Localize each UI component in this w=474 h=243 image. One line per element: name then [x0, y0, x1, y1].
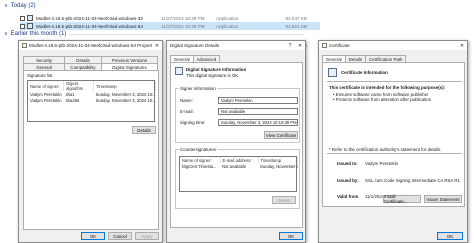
cancel-button[interactable]: Cancel [108, 232, 132, 240]
list-item[interactable]: Vadym Peretokin sha256 Sunday, November … [28, 97, 156, 103]
group-header-earlier[interactable]: ∨ Earlier this month (1) [4, 31, 304, 37]
countersignatures-group: Countersignatures Name of signer: E-mail… [175, 147, 300, 209]
certificate-icon [175, 67, 183, 75]
close-icon[interactable]: ✕ [295, 41, 305, 50]
issuer-statement-button[interactable]: Issuer Statement [424, 195, 462, 203]
signing-time-label: Signing time: [180, 120, 206, 125]
refer-statement-text: * Refer to the certification authority's… [329, 147, 442, 152]
column-header[interactable]: Timestamp [93, 81, 156, 91]
chevron-down-icon: ∨ [4, 3, 8, 9]
row-checkbox[interactable] [20, 15, 25, 21]
group-label: Earlier this month (1) [10, 31, 67, 37]
help-icon[interactable]: ? [285, 41, 295, 50]
issued-to-label: Issued to: [337, 161, 358, 166]
countersignature-list[interactable]: Name of signer: E-mail address: Timestam… [179, 156, 298, 192]
name-field[interactable]: Vadym Peretokin [218, 97, 298, 104]
ok-button[interactable]: OK [279, 232, 303, 240]
intended-purposes-heading: This certificate is intended for the fol… [329, 85, 446, 90]
divider [327, 81, 462, 82]
application-icon [27, 15, 33, 21]
signature-details-window: Digital Signature Details ? ✕ General Ad… [166, 40, 306, 243]
group-header-today[interactable]: ∨ Today (2) [4, 3, 304, 9]
details-button[interactable]: Details [132, 126, 156, 134]
digital-signatures-panel: Signature list Name of signer: Digest al… [23, 70, 159, 230]
title-bar[interactable]: Digital Signature Details ? ✕ [167, 41, 305, 50]
application-icon [27, 23, 33, 29]
chevron-down-icon: ∨ [4, 31, 8, 37]
column-header[interactable]: Name of signer: [28, 81, 65, 91]
certificate-window: Certificate ✕ General Details Certificat… [318, 40, 468, 243]
certificate-info-title: Certificate Information [341, 70, 388, 75]
list-header: Name of signer: E-mail address: Timestam… [180, 157, 298, 163]
close-icon[interactable]: ✕ [152, 41, 162, 50]
file-row[interactable]: Mudlet-4.18.5-ptb-2024-11-04-9eefc0ad-wi… [20, 14, 320, 22]
apply-button[interactable]: Apply [135, 232, 159, 240]
group-divider [69, 33, 304, 35]
signer-name: DigiCert Timesta... [182, 163, 217, 169]
column-header[interactable]: Digest algorithm [63, 81, 95, 91]
issued-to-value: Vadym Peretokin [365, 161, 399, 166]
title-bar[interactable]: Certificate ✕ [319, 41, 467, 50]
timestamp: Sunday, November 3, 2024 10:... [95, 97, 156, 103]
certificate-icon [322, 43, 327, 48]
purpose-item: • Protects software from alteration afte… [333, 97, 432, 102]
timestamp: Sunday, November 3, 2024... [260, 163, 298, 169]
view-certificate-button[interactable]: View Certificate [264, 131, 298, 139]
file-row-selected[interactable]: Mudlet-4.18.5-ptb-2024-11-04-9eefc0ad-wi… [20, 22, 320, 30]
signature-status-text: This digital signature is OK. [186, 73, 240, 78]
details-button[interactable]: Details [272, 196, 296, 204]
certificate-icon [328, 68, 337, 77]
group-caption: Countersignatures [179, 147, 217, 152]
signature-info-title: Digital Signature Information [186, 67, 247, 72]
general-panel: Digital Signature Information This digit… [170, 62, 303, 228]
file-date: 11/27/2024 10:38 PM [161, 23, 205, 29]
file-list-today: Mudlet-4.18.5-ptb-2024-11-04-9eefc0ad-wi… [20, 14, 320, 30]
valid-from-value: 11/1/2024 [365, 194, 385, 199]
purpose-text: Protects software from alteration after … [335, 97, 432, 102]
window-title: Digital Signature Details [170, 43, 220, 48]
email-address: Not available [222, 163, 247, 169]
issued-by-value: SSL.com Code Signing Intermediate CA RSA… [365, 178, 460, 183]
issued-by-label: Issued by: [337, 178, 359, 183]
signer-name: Vadym Peretokin [30, 97, 62, 103]
ok-button[interactable]: OK [81, 232, 105, 240]
properties-window: Mudlet-4.18.5-ptb-2024-11-04-9eefc0ad-wi… [18, 40, 163, 243]
file-size: 82,047 KB [285, 15, 307, 21]
signature-list[interactable]: Name of signer: Digest algorithm Timesta… [27, 80, 156, 122]
group-label: Today (2) [10, 3, 36, 9]
valid-from-label: Valid from [337, 194, 359, 199]
row-checkbox[interactable] [20, 23, 25, 29]
email-field[interactable]: Not available [218, 108, 298, 115]
ok-button[interactable]: OK [437, 232, 463, 240]
install-certificate-button[interactable]: Install Certificate... [383, 194, 421, 204]
certificate-general-panel: Certificate Information This certificate… [322, 62, 465, 207]
window-title: Certificate [329, 43, 350, 48]
email-label: E-mail: [180, 109, 194, 114]
window-title: Mudlet-4.18.5-ptb-2024-11-04-9eefc0ad-wi… [29, 43, 152, 48]
signature-list-label: Signature list [27, 73, 53, 78]
file-size: 94,661 KB [285, 23, 307, 29]
digest-algorithm: sha256 [65, 97, 80, 103]
file-name: Mudlet-4.18.5-ptb-2024-11-04-9eefc0ad-wi… [36, 23, 143, 29]
group-caption: Signer information [179, 86, 217, 91]
file-type: Application [216, 15, 239, 21]
file-type: Application [216, 23, 239, 29]
divider [327, 153, 462, 154]
signer-name: Vadym Peretokin [30, 91, 62, 97]
file-name: Mudlet-4.18.5-ptb-2024-11-04-9eefc0ad-wi… [36, 15, 143, 21]
name-label: Name: [180, 98, 193, 103]
file-date: 11/27/2024 10:38 PM [161, 15, 205, 21]
list-header: Name of signer: Digest algorithm Timesta… [28, 81, 156, 91]
signing-time-field[interactable]: Sunday, November 3, 2024 10:10:38 PM [218, 119, 298, 126]
close-icon[interactable]: ✕ [457, 41, 467, 50]
signer-info-group: Signer information Name: Vadym Peretokin… [175, 86, 300, 143]
file-icon [22, 43, 27, 48]
timestamp: Sunday, November 3, 2024 10:... [95, 91, 156, 97]
title-bar[interactable]: Mudlet-4.18.5-ptb-2024-11-04-9eefc0ad-wi… [19, 41, 162, 50]
list-item[interactable]: DigiCert Timesta... Not available Sunday… [180, 163, 298, 169]
